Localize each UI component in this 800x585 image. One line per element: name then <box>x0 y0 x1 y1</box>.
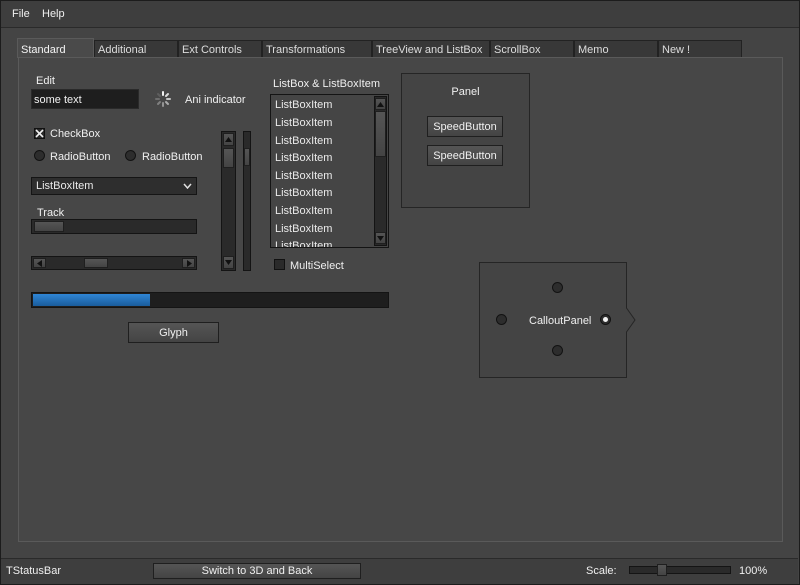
combo-value: ListBoxItem <box>36 180 94 192</box>
list-item[interactable]: ListBoxItem <box>275 117 332 129</box>
track-label: Track <box>37 207 65 219</box>
listbox-label: ListBox & ListBoxItem <box>273 78 380 90</box>
glyph-button[interactable]: Glyph <box>128 322 219 343</box>
menu-help[interactable]: Help <box>42 8 65 20</box>
list-item[interactable]: ListBoxItem <box>275 223 332 235</box>
horizontal-scroll-thumb[interactable] <box>84 258 108 268</box>
arrow-left-icon <box>37 260 42 267</box>
chevron-down-icon <box>183 183 192 189</box>
list-item[interactable]: ListBoxItem <box>275 99 332 111</box>
tab-transformations[interactable]: Transformations <box>262 40 372 57</box>
multiselect-label: MultiSelect <box>290 260 344 272</box>
menu-file[interactable]: File <box>12 8 30 20</box>
horizontal-scrollbar[interactable] <box>31 256 197 270</box>
multiselect-checkbox[interactable] <box>274 259 285 270</box>
status-bar-label: TStatusBar <box>6 565 62 577</box>
list-item[interactable]: ListBoxItem <box>275 170 332 182</box>
track-bar[interactable] <box>31 219 197 234</box>
tab-treeview-listbox[interactable]: TreeView and ListBox <box>372 40 490 57</box>
arrow-up-icon <box>377 102 384 107</box>
scale-value: 100% <box>739 565 768 577</box>
arrow-right-icon <box>187 260 192 267</box>
scale-slider[interactable] <box>629 564 731 576</box>
arrow-up-icon <box>225 137 232 142</box>
vertical-track-bar[interactable] <box>243 131 251 271</box>
panel-label: Panel <box>451 86 480 98</box>
scroll-left-button[interactable] <box>33 258 46 268</box>
listbox-scroll-down-button[interactable] <box>375 232 386 244</box>
edit-label: Edit <box>36 75 55 87</box>
radio-dot-icon <box>603 317 608 322</box>
progress-bar <box>31 292 389 308</box>
vertical-scroll-thumb[interactable] <box>223 148 234 168</box>
tab-memo[interactable]: Memo <box>574 40 658 57</box>
tab-additional[interactable]: Additional <box>94 40 178 57</box>
checkmark-icon <box>35 129 44 138</box>
tab-scrollbox[interactable]: ScrollBox <box>490 40 574 57</box>
checkbox[interactable] <box>34 128 45 139</box>
combo-box[interactable]: ListBoxItem <box>31 177 197 195</box>
arrow-down-icon <box>225 260 232 265</box>
scroll-down-button[interactable] <box>223 256 234 269</box>
tab-ext-controls[interactable]: Ext Controls <box>178 40 262 57</box>
radio-button-2-label: RadioButton <box>142 151 203 163</box>
spinner-icon <box>154 90 172 108</box>
radio-button-1[interactable] <box>34 150 45 161</box>
list-item[interactable]: ListBoxItem <box>275 205 332 217</box>
vertical-scrollbar[interactable] <box>221 131 236 271</box>
callout-panel-label: CalloutPanel <box>529 315 592 327</box>
callout-radio-top[interactable] <box>552 282 563 293</box>
switch-3d-button[interactable]: Switch to 3D and Back <box>153 563 361 579</box>
callout-radio-right-selected[interactable] <box>600 314 611 325</box>
speed-button-2[interactable]: SpeedButton <box>427 145 503 166</box>
list-item[interactable]: ListBoxItem <box>275 135 332 147</box>
radio-button-2[interactable] <box>125 150 136 161</box>
progress-fill <box>33 294 150 306</box>
track-thumb[interactable] <box>34 221 64 232</box>
checkbox-label: CheckBox <box>50 128 101 140</box>
scale-label: Scale: <box>586 565 617 577</box>
radio-button-1-label: RadioButton <box>50 151 111 163</box>
scroll-up-button[interactable] <box>223 133 234 146</box>
speed-button-1[interactable]: SpeedButton <box>427 116 503 137</box>
listbox-scroll-thumb[interactable] <box>375 111 386 157</box>
edit-field[interactable]: some text <box>31 89 139 109</box>
panel: Panel SpeedButton SpeedButton <box>401 73 530 208</box>
menu-bar <box>1 1 799 28</box>
callout-radio-bottom[interactable] <box>552 345 563 356</box>
callout-panel: CalloutPanel <box>479 262 639 379</box>
scroll-right-button[interactable] <box>182 258 195 268</box>
ani-indicator-label: Ani indicator <box>185 94 246 106</box>
scale-slider-thumb[interactable] <box>657 564 667 576</box>
callout-radio-left[interactable] <box>496 314 507 325</box>
listbox[interactable]: ListBoxItem ListBoxItem ListBoxItem List… <box>270 94 389 248</box>
list-item[interactable]: ListBoxItem <box>275 240 332 247</box>
tab-new[interactable]: New ! <box>658 40 742 57</box>
listbox-scroll-up-button[interactable] <box>375 98 386 110</box>
arrow-down-icon <box>377 236 384 241</box>
list-item[interactable]: ListBoxItem <box>275 152 332 164</box>
vertical-track-thumb[interactable] <box>244 148 250 166</box>
tab-standard[interactable]: Standard <box>17 38 94 58</box>
list-item[interactable]: ListBoxItem <box>275 187 332 199</box>
listbox-scrollbar[interactable] <box>374 96 387 246</box>
